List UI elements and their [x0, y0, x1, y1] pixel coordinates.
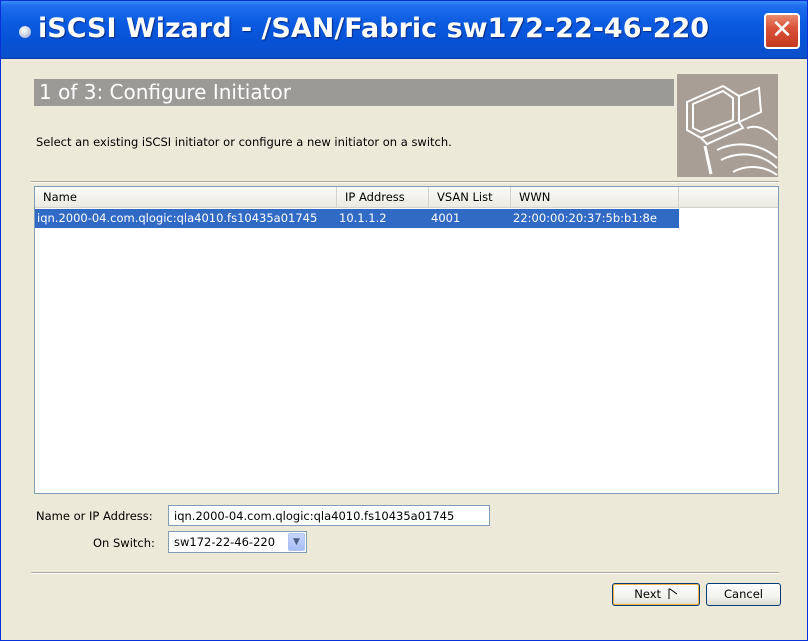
wizard-window: iSCSI Wizard - /SAN/Fabric sw172-22-46-2…	[0, 0, 808, 641]
computer-graphic-icon	[677, 74, 778, 177]
switch-select-value: sw172-22-46-220	[174, 535, 276, 549]
table-row[interactable]: iqn.2000-04.com.qlogic:qla4010.fs10435a0…	[35, 209, 679, 228]
next-button-label: Next	[634, 587, 662, 601]
column-header-vsan-list[interactable]: VSAN List	[429, 187, 511, 208]
close-button[interactable]: ✕	[764, 13, 800, 49]
next-arrow-icon	[668, 588, 678, 599]
window-title: iSCSI Wizard - /SAN/Fabric sw172-22-46-2…	[38, 13, 710, 44]
header-divider	[31, 181, 779, 183]
close-icon: ✕	[771, 15, 793, 45]
wizard-graphic	[677, 74, 778, 177]
table-header: Name IP Address VSAN List WWN	[35, 187, 778, 208]
footer-divider	[31, 572, 779, 574]
cell-ip-address: 10.1.1.2	[339, 211, 387, 225]
column-header-name[interactable]: Name	[35, 187, 337, 208]
on-switch-label: On Switch:	[93, 536, 155, 550]
cell-vsan-list: 4001	[431, 211, 461, 225]
column-header-wwn[interactable]: WWN	[511, 187, 679, 208]
step-title: 1 of 3: Configure Initiator	[39, 80, 291, 104]
cancel-button-label: Cancel	[724, 587, 763, 601]
cancel-button[interactable]: Cancel	[706, 583, 781, 606]
next-button[interactable]: Next	[612, 583, 700, 606]
cell-wwn: 22:00:00:20:37:5b:b1:8e	[513, 211, 657, 225]
name-or-ip-label: Name or IP Address:	[36, 509, 153, 523]
title-bar[interactable]: iSCSI Wizard - /SAN/Fabric sw172-22-46-2…	[1, 1, 807, 59]
name-or-ip-input[interactable]	[168, 505, 490, 526]
initiator-table[interactable]: Name IP Address VSAN List WWN iqn.2000-0…	[34, 186, 779, 494]
cell-name: iqn.2000-04.com.qlogic:qla4010.fs10435a0…	[37, 211, 318, 225]
instruction-text: Select an existing iSCSI initiator or co…	[36, 135, 452, 149]
column-header-ip-address[interactable]: IP Address	[337, 187, 429, 208]
switch-select[interactable]: sw172-22-46-220 ▼	[168, 531, 307, 553]
app-icon	[19, 26, 31, 38]
chevron-down-icon[interactable]: ▼	[288, 533, 305, 551]
